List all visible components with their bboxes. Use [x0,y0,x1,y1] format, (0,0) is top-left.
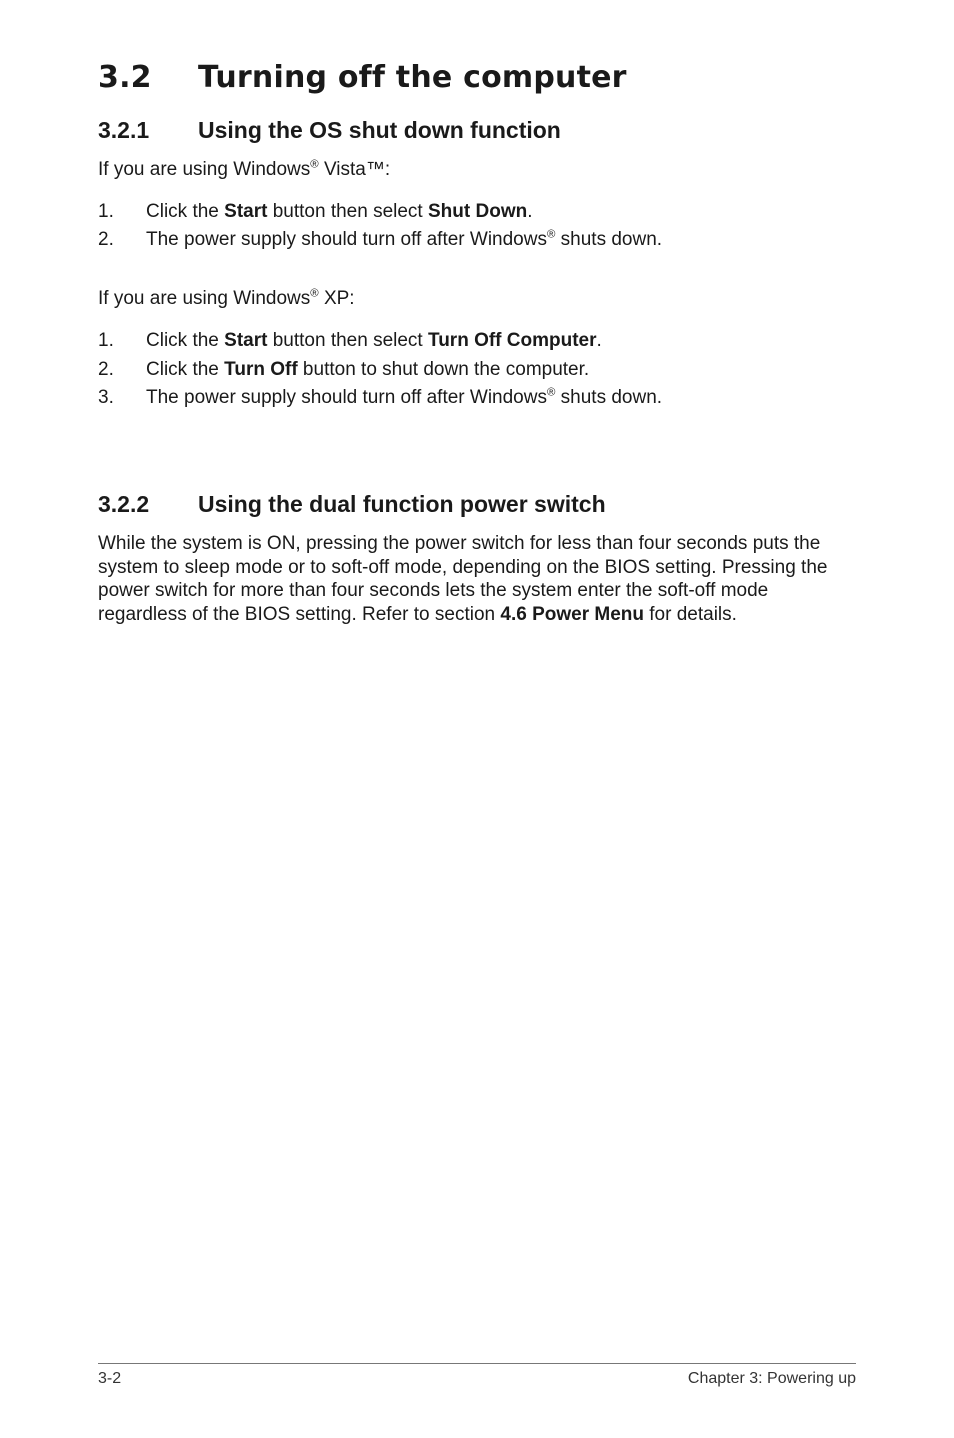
list-marker: 1. [98,200,146,225]
spacer [98,445,856,485]
list-item-text: Click the Turn Off button to shut down t… [146,358,856,383]
list-item-text: Click the Start button then select Shut … [146,200,856,225]
list-marker: 3. [98,386,146,411]
page-number: 3-2 [98,1370,121,1388]
section-title: Turning off the computer [198,60,627,95]
list-item-text: The power supply should turn off after W… [146,228,856,253]
footer-rule [98,1363,856,1364]
list-item: 1. Click the Start button then select Tu… [98,329,856,354]
intro-paragraph-vista: If you are using Windows® Vista™: [98,158,856,182]
chapter-label: Chapter 3: Powering up [688,1370,856,1388]
body-paragraph: While the system is ON, pressing the pow… [98,532,856,627]
page: 3.2Turning off the computer 3.2.1Using t… [0,0,954,1438]
list-marker: 2. [98,228,146,253]
page-footer: 3-2 Chapter 3: Powering up [98,1363,856,1388]
section-number: 3.2 [98,60,198,95]
list-item: 2. Click the Turn Off button to shut dow… [98,358,856,383]
subsection-title: Using the dual function power switch [198,491,606,517]
footer-row: 3-2 Chapter 3: Powering up [98,1370,856,1388]
section-heading: 3.2Turning off the computer [98,60,856,95]
list-item: 3. The power supply should turn off afte… [98,386,856,411]
list-item-text: Click the Start button then select Turn … [146,329,856,354]
list-marker: 1. [98,329,146,354]
steps-list-vista: 1. Click the Start button then select Sh… [98,200,856,253]
subsection-heading: 3.2.2Using the dual function power switc… [98,491,856,518]
list-item: 2. The power supply should turn off afte… [98,228,856,253]
list-item: 1. Click the Start button then select Sh… [98,200,856,225]
steps-list-xp: 1. Click the Start button then select Tu… [98,329,856,411]
list-item-text: The power supply should turn off after W… [146,386,856,411]
subsection-number: 3.2.1 [98,117,198,144]
intro-paragraph-xp: If you are using Windows® XP: [98,287,856,311]
subsection-number: 3.2.2 [98,491,198,518]
list-marker: 2. [98,358,146,383]
subsection-heading: 3.2.1Using the OS shut down function [98,117,856,144]
subsection-title: Using the OS shut down function [198,117,561,143]
